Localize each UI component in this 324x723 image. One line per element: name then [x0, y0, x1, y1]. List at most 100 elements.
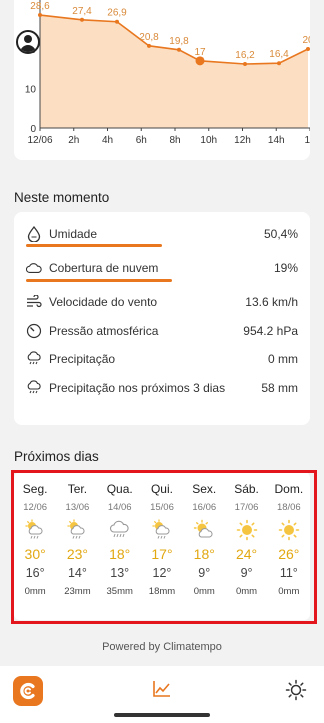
y-tick-label: 0: [30, 124, 36, 135]
day-min-temp: 11°: [279, 566, 298, 580]
day-date: 13/06: [65, 502, 90, 513]
day-rain: 0mm: [24, 586, 46, 597]
data-label: 17: [194, 47, 206, 58]
day-name: Seg.: [22, 482, 48, 496]
powered-by-text: Powered by Climatempo: [102, 641, 222, 653]
day-date: 16/06: [192, 502, 217, 513]
rain-icon: [26, 351, 42, 367]
data-point: [115, 19, 119, 24]
cloud-cover-label: Cobertura de nuvem: [49, 261, 159, 275]
data-label: 19,8: [169, 36, 189, 47]
day-rain: 0mm: [193, 586, 215, 597]
data-point: [243, 62, 247, 67]
pressure-label: Pressão atmosférica: [49, 324, 159, 338]
now-row-pressure: Pressão atmosférica 954.2 hPa: [26, 321, 298, 341]
data-label: 27,4: [72, 6, 92, 17]
data-point: [80, 17, 84, 22]
data-label: 26,9: [107, 8, 127, 19]
wind-value: 13.6 km/h: [245, 295, 298, 309]
day-min-temp: 9°: [198, 566, 211, 580]
chart-area: [40, 15, 308, 129]
partly-cloudy-rain-icon: [14, 518, 56, 542]
day-date: 15/06: [150, 502, 174, 513]
data-label: 20: [302, 35, 310, 46]
cloud-icon: [26, 260, 42, 276]
x-tick-label: 8h: [169, 135, 180, 146]
app-logo-icon[interactable]: [13, 676, 43, 706]
data-label: 28,6: [30, 1, 50, 12]
precip-value: 0 mm: [268, 352, 298, 366]
day-date: 14/06: [107, 502, 132, 513]
x-tick-label: 14h: [268, 135, 285, 146]
sun-icon: [268, 518, 310, 542]
day-name: Sáb.: [234, 482, 259, 496]
rain-icon: [26, 380, 42, 396]
x-tick-label: 4h: [102, 135, 113, 146]
x-tick-label: 12h: [234, 135, 251, 146]
data-point: [277, 61, 281, 66]
day-name: Dom.: [274, 482, 304, 496]
day-max-temp: 24°: [235, 546, 258, 562]
day-max-temp: 26°: [278, 546, 300, 562]
day-min-temp: 13°: [110, 566, 130, 580]
now-section-title: Neste momento: [14, 190, 110, 205]
now-row-precip-3days: Precipitação nos próximos 3 dias 58 mm: [26, 378, 298, 398]
cloud-underline: [26, 279, 172, 282]
x-tick-label: 16: [304, 135, 310, 146]
day-column[interactable]: Seg. 12/06 30° 16° 0mm: [14, 482, 56, 597]
day-name: Qua.: [106, 482, 133, 496]
day-min-temp: 9°: [240, 566, 253, 580]
day-column[interactable]: Qui. 15/06 17° 12° 18mm: [141, 482, 183, 597]
day-rain: 0mm: [235, 586, 258, 597]
day-max-temp: 30°: [24, 546, 46, 562]
day-max-temp: 17°: [151, 546, 173, 562]
sun-icon: [225, 518, 267, 542]
day-rain: 18mm: [148, 586, 176, 597]
x-tick-label: 2h: [68, 135, 79, 146]
now-row-cloud: Cobertura de nuvem 19%: [26, 258, 298, 278]
home-indicator: [114, 713, 210, 717]
next-days-title: Próximos dias: [14, 449, 99, 464]
temperature-chart: 0 10 20 12/06 2h 4h 6h 8h 10h 12h 14h 16 28,6 27,4 26,…: [25, 0, 310, 146]
cloud-cover-value: 19%: [273, 261, 298, 275]
gauge-icon: [26, 323, 42, 339]
day-name: Sex.: [192, 482, 217, 496]
pressure-value: 954.2 hPa: [243, 324, 298, 338]
wind-label: Velocidade do vento: [49, 295, 158, 309]
data-label: 20,8: [139, 32, 159, 43]
partly-cloudy-rain-icon: [141, 518, 183, 542]
day-column[interactable]: Qua. 14/06 18° 13° 35mm: [99, 482, 141, 597]
precip-3days-value: 58 mm: [261, 381, 298, 395]
now-row-wind: Velocidade do vento 13.6 km/h: [26, 292, 298, 312]
data-point: [306, 47, 310, 51]
day-name: Ter.: [67, 482, 88, 496]
day-column[interactable]: Ter. 13/06 23° 14° 23mm: [56, 482, 98, 597]
now-card: Umidade 50,4% Cobertura de nuvem 19% Vel…: [14, 212, 310, 425]
day-max-temp: 18°: [109, 546, 131, 562]
day-max-temp: 18°: [193, 546, 215, 562]
day-min-temp: 12°: [152, 566, 172, 580]
chart-icon[interactable]: [152, 680, 172, 703]
day-date: 17/06: [234, 502, 259, 513]
data-label: 16,2: [235, 50, 255, 61]
day-date: 12/06: [23, 502, 48, 513]
x-tick-label: 10h: [200, 135, 217, 146]
day-max-temp: 23°: [66, 546, 88, 562]
day-rain: 23mm: [64, 586, 91, 597]
now-row-precip: Precipitação 0 mm: [26, 349, 298, 369]
day-column[interactable]: Sáb. 17/06 24° 9° 0mm: [225, 482, 267, 597]
day-rain: 0mm: [278, 586, 300, 597]
data-point: [38, 13, 42, 18]
day-column[interactable]: Dom. 18/06 26° 11° 0mm: [268, 482, 310, 597]
day-date: 18/06: [276, 502, 301, 513]
next-days-row: Seg. 12/06 30° 16° 0mm Ter. 13/06 23° 14° 23mm Qua…: [14, 482, 310, 597]
wind-icon: [26, 294, 42, 310]
day-name: Qui.: [150, 482, 173, 496]
x-tick-label: 6h: [136, 135, 147, 146]
settings-sun-icon[interactable]: [285, 679, 307, 706]
day-column[interactable]: Sex. 16/06 18° 9° 0mm: [183, 482, 225, 597]
profile-avatar-icon[interactable]: [16, 30, 40, 54]
y-tick-label: 10: [25, 85, 37, 96]
day-min-temp: 14°: [67, 566, 87, 580]
day-min-temp: 16°: [25, 566, 45, 580]
